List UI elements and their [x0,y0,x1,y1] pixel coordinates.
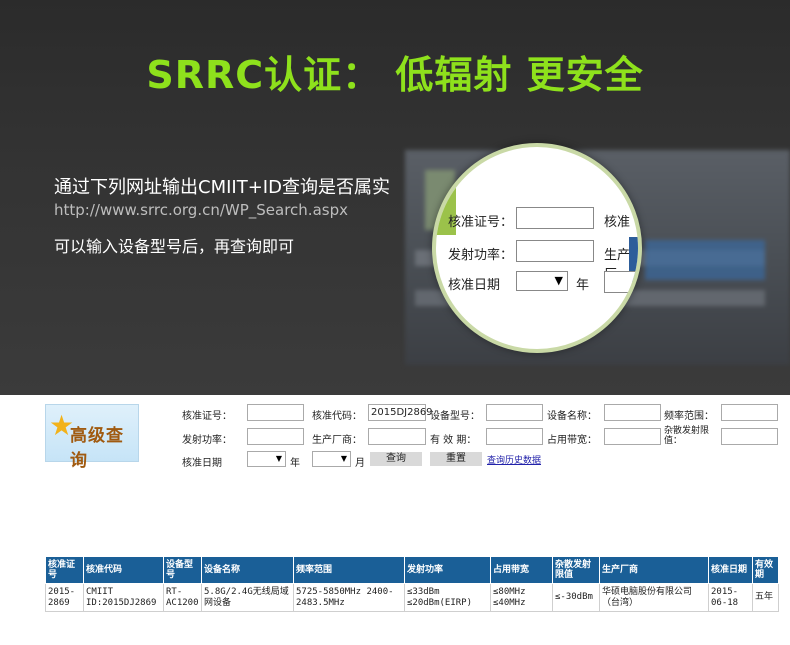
bandwidth-input[interactable] [604,428,661,445]
header-device-name: 设备名称 [201,556,294,584]
advanced-search-logo: ★ 高级查询 [45,404,139,471]
freq-range-label: 频率范围： [664,411,714,422]
cell-date: 2015-06-18 [708,583,753,612]
magnifier-power-input [516,240,594,262]
power-value-1: ≤33dBm [407,586,440,597]
header-validity: 有效期 [752,556,779,584]
month-label: 月 [355,458,365,469]
cert-code-label: 核准代码： [312,411,362,422]
search-button[interactable]: 查询 [370,452,422,466]
month-select[interactable]: ▼ [312,451,351,467]
spurious-label: 杂散发射限值： [664,426,710,446]
header-power: 发射功率 [404,556,491,584]
cell-model: RT-AC1200 [163,583,202,612]
magnifier-cert-label-partial: 核准 [604,215,631,230]
approval-date-label: 核准日期 [182,458,222,469]
cell-spurious: ≤-30dBm [552,583,600,612]
year-label: 年 [290,458,300,469]
magnifier-date-label: 核准日期 [448,278,501,293]
cell-cert-code: CMIIT ID:2015DJ2869 [83,583,164,612]
cell-cert-no: 2015-2869 [45,583,84,612]
table-header-row: 核准证号 核准代码 设备型号 设备名称 频率范围 发射功率 占用带宽 杂散发射限… [45,556,779,584]
year-select[interactable]: ▼ [247,451,286,467]
bandwidth-label: 占用带宽： [547,435,597,446]
cell-bandwidth: ≤80MHz ≤40MHz [490,583,553,612]
power-label: 发射功率： [182,435,232,446]
instruction-hint: 可以输入设备型号后，再查询即可 [54,237,295,256]
magnifier-circle: 核准证号： 核准 发射功率： 生产厂 核准日期 ▼ 年 [432,143,642,353]
cell-power: ≤33dBm ≤20dBm(EIRP) [404,583,491,612]
promo-banner: SRRC认证： 低辐射 更安全 通过下列网址输出CMIIT+ID查询是否属实 h… [0,0,790,395]
spurious-input[interactable] [721,428,778,445]
cert-no-input[interactable] [247,404,304,421]
magnifier-power-label: 发射功率： [448,248,514,263]
power-value-2: ≤20dBm(EIRP) [407,597,473,608]
power-input[interactable] [247,428,304,445]
device-name-label: 设备名称： [547,411,597,422]
maker-input[interactable] [368,428,426,445]
chevron-down-icon: ▼ [340,454,347,463]
bandwidth-value-1: ≤80MHz [493,586,526,597]
chevron-down-icon: ▼ [275,454,282,463]
cell-device-name: 5.8G/2.4G无线局域网设备 [201,583,294,612]
magnifier-month-select-partial [604,271,638,293]
maker-label: 生产厂商： [312,435,362,446]
header-cert-no: 核准证号 [45,556,84,584]
freq-range-input[interactable] [721,404,778,421]
magnifier-cert-no-input [516,207,594,229]
validity-input[interactable] [486,428,543,445]
bandwidth-value-2: ≤40MHz [493,597,526,608]
device-name-input[interactable] [604,404,661,421]
model-input[interactable] [486,404,543,421]
cert-no-label: 核准证号： [182,411,232,422]
model-label: 设备型号： [430,411,480,422]
header-cert-code: 核准代码 [83,556,164,584]
header-maker: 生产厂商 [599,556,709,584]
header-date: 核准日期 [708,556,753,584]
banner-title: SRRC认证： 低辐射 更安全 [146,53,644,97]
header-spurious: 杂散发射限值 [552,556,600,584]
results-table: 核准证号 核准代码 设备型号 设备名称 频率范围 发射功率 占用带宽 杂散发射限… [45,556,779,612]
header-freq-range: 频率范围 [293,556,405,584]
cert-code-input[interactable]: 2015DJ2869 [368,404,433,421]
cell-validity: 五年 [752,583,779,612]
validity-label: 有 效 期： [430,435,477,446]
magnifier-cert-no-label: 核准证号： [448,215,514,230]
header-bandwidth: 占用带宽 [490,556,553,584]
instruction-text: 通过下列网址输出CMIIT+ID查询是否属实 [54,177,390,198]
logo-text: 高级查询 [70,426,124,471]
reset-button[interactable]: 重置 [430,452,482,466]
chevron-down-icon: ▼ [554,274,563,287]
query-url-text: http://www.srrc.org.cn/WP_Search.aspx [54,201,348,219]
magnifier-year-label: 年 [576,278,590,293]
cell-maker: 华硕电脑股份有限公司（台湾） [599,583,709,612]
magnifier-year-select: ▼ [516,271,568,291]
table-row: 2015-2869 CMIIT ID:2015DJ2869 RT-AC1200 … [45,583,779,612]
cell-freq-range: 5725-5850MHz 2400-2483.5MHz [293,583,405,612]
header-model: 设备型号 [163,556,202,584]
history-link[interactable]: 查询历史数据 [487,453,541,466]
